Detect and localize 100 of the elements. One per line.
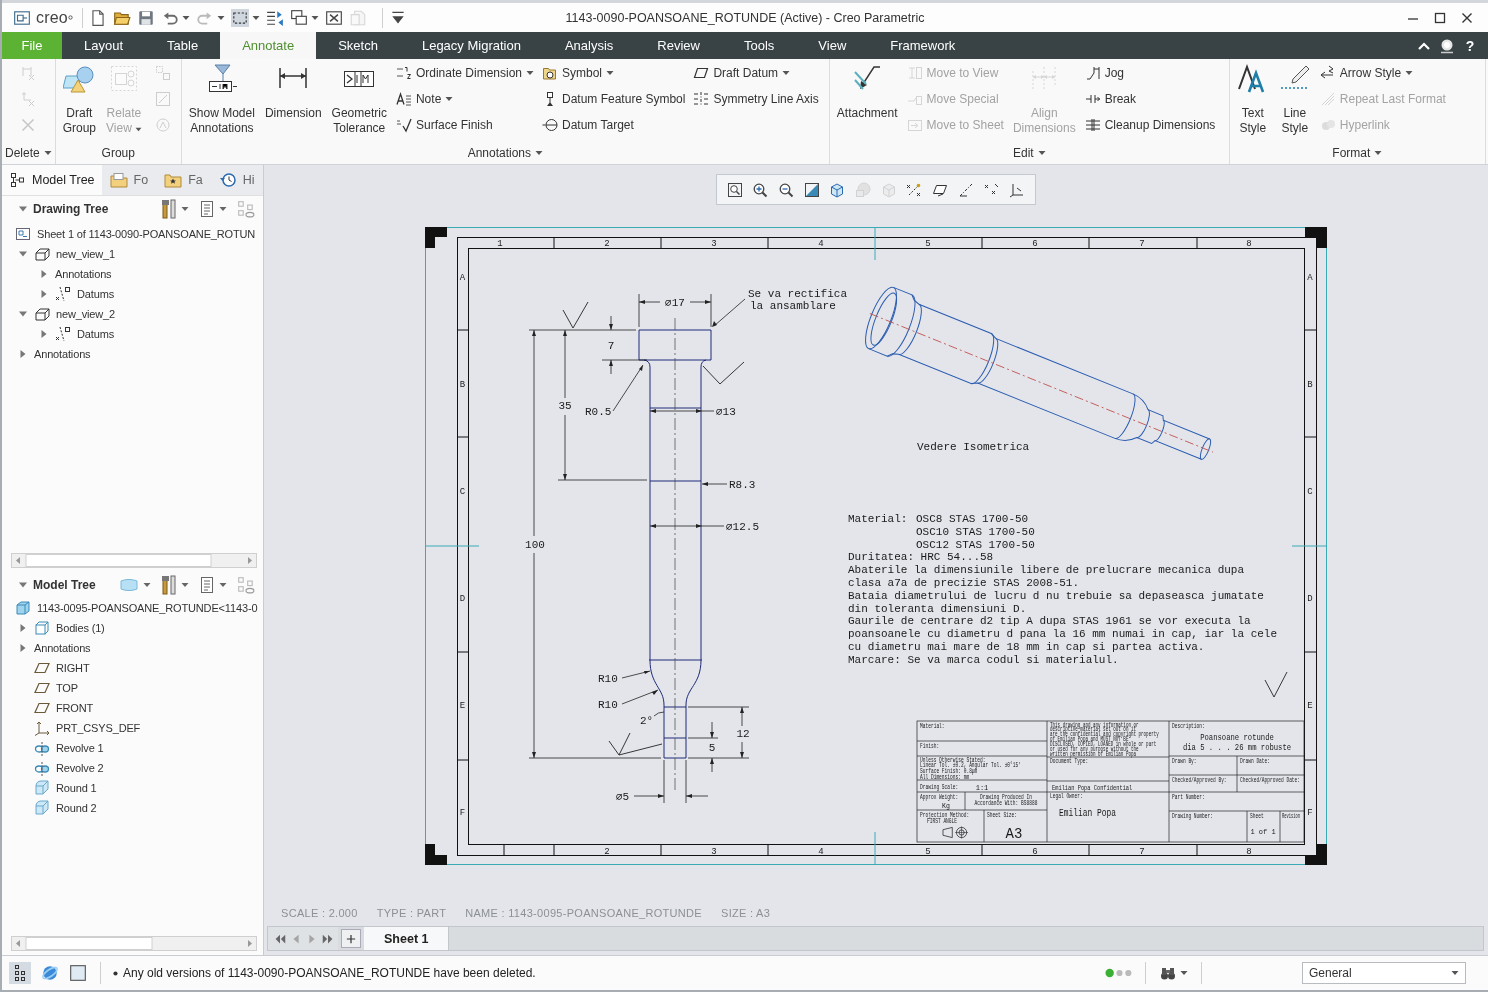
tree-item[interactable]: new_view_1 [18, 243, 116, 264]
tree-item[interactable]: 1143-0095-POANSOANE_ROTUNDE<1143-0 [15, 597, 258, 618]
ribbon-button[interactable]: Text Style [1233, 59, 1272, 136]
tree-item[interactable]: FRONT [18, 697, 94, 718]
ribbon-tab[interactable]: View [796, 32, 869, 59]
window-icon[interactable] [69, 964, 87, 982]
caret-icon[interactable] [181, 581, 189, 588]
filter-dropdown[interactable]: General [1302, 962, 1466, 984]
add-sheet-button[interactable] [341, 929, 361, 948]
tree-item[interactable]: Bodies (1) [18, 617, 105, 638]
ribbon-tab[interactable]: Framework [868, 32, 978, 59]
tree-eye-icon[interactable] [237, 575, 255, 594]
ribbon-button[interactable]: Note [393, 86, 536, 112]
ribbon-tab[interactable]: Annotate [220, 32, 317, 59]
ribbon-button[interactable]: Symmetry Line Axis [691, 86, 821, 112]
ribbon-button[interactable]: Surface Finish [393, 112, 536, 138]
ribbon-tab[interactable]: Review [635, 32, 722, 59]
ribbon-button[interactable]: Cleanup Dimensions [1082, 112, 1218, 138]
expand-arrow-icon[interactable] [18, 348, 28, 359]
tree-item[interactable]: Revolve 1 [18, 737, 104, 758]
expand-arrow-icon[interactable] [18, 622, 28, 633]
caret-icon[interactable] [219, 581, 227, 588]
caret-icon[interactable] [143, 581, 151, 588]
ribbon-button[interactable]: Dimension [261, 59, 325, 121]
ribbon-button[interactable]: Show Model Annotations [185, 59, 258, 136]
ribbon-button[interactable]: Attachment [833, 59, 901, 121]
selection-box-icon[interactable] [230, 8, 249, 27]
tree-item[interactable]: Annotations [39, 263, 112, 284]
caret-icon[interactable] [251, 14, 260, 21]
tree-item[interactable]: Round 2 [18, 797, 97, 818]
ribbon-button[interactable]: Datum Feature Symbol [540, 86, 688, 112]
close-window-icon[interactable] [324, 8, 343, 27]
tree-item[interactable]: Annotations [18, 343, 91, 364]
group-menu-button[interactable]: Annotations [464, 143, 547, 163]
half-filled-square-icon[interactable] [803, 181, 820, 198]
ribbon-button[interactable]: Line Style [1275, 59, 1314, 136]
globe-icon[interactable] [41, 964, 59, 982]
expand-arrow-icon[interactable] [39, 268, 49, 279]
axis-display-icon[interactable] [957, 181, 974, 198]
tree-item[interactable]: PRT_CSYS_DEF [18, 717, 141, 738]
ribbon-button[interactable]: Ordinate Dimension [393, 60, 536, 86]
ribbon-tab[interactable]: Table [145, 32, 221, 59]
tools-icon[interactable] [161, 574, 177, 595]
sheet-tab[interactable]: Sheet 1 [364, 927, 450, 950]
navigator-tab[interactable]: Hi [210, 165, 263, 195]
group-menu-button[interactable]: Delete [2, 143, 55, 163]
tree-item[interactable]: RIGHT [18, 657, 90, 678]
expand-arrow-icon[interactable] [39, 288, 49, 299]
expand-arrow-icon[interactable] [39, 328, 49, 339]
ribbon-button[interactable]: Geometric Tolerance [328, 59, 390, 136]
horizontal-scrollbar[interactable] [11, 936, 257, 951]
ribbon-button[interactable]: Jog [1082, 60, 1218, 86]
ribbon-button[interactable]: Draft Datum [691, 60, 821, 86]
help-button[interactable]: ? [1462, 37, 1478, 54]
user-circle-icon[interactable] [1439, 37, 1455, 54]
caret-icon[interactable] [310, 14, 319, 21]
tree-item[interactable]: Sheet 1 of 1143-0090-POANSOANE_ROTUN [15, 223, 256, 244]
ribbon-button[interactable]: Draft Group [59, 59, 100, 136]
tools-icon[interactable] [161, 198, 177, 219]
caret-icon[interactable] [219, 205, 227, 212]
navigator-tab[interactable]: Fa [156, 165, 211, 195]
ribbon-tab[interactable]: Tools [721, 32, 797, 59]
group-menu-button[interactable]: Format [1329, 143, 1386, 163]
navigator-tab[interactable]: Fo [101, 165, 157, 195]
zoom-out-icon[interactable] [778, 181, 795, 198]
ribbon-button[interactable]: Arrow Style [1317, 60, 1448, 86]
ribbon-tab[interactable]: Sketch [316, 32, 400, 59]
zoom-fit-icon[interactable] [726, 181, 743, 198]
save-icon[interactable] [136, 8, 155, 27]
group-menu-button[interactable]: Edit [1010, 143, 1049, 163]
ribbon-tab[interactable]: Analysis [542, 32, 636, 59]
caret-icon[interactable] [1180, 970, 1188, 976]
tree-item[interactable]: TOP [18, 677, 78, 698]
tree-item[interactable]: Annotations [18, 637, 91, 658]
datum-display-icon[interactable] [906, 181, 923, 198]
tree-item[interactable]: Revolve 2 [18, 757, 104, 778]
horizontal-scrollbar[interactable] [11, 552, 257, 568]
tree-eye-icon[interactable] [237, 199, 255, 218]
caret-icon[interactable] [181, 205, 189, 212]
expand-arrow-icon[interactable] [18, 642, 28, 653]
ribbon-button[interactable]: Break [1082, 86, 1218, 112]
model-tree-icon[interactable] [9, 962, 31, 984]
caret-icon[interactable] [181, 14, 190, 21]
cube-icon[interactable] [829, 181, 846, 198]
ribbon-tab[interactable]: Layout [62, 32, 146, 59]
binoculars-icon[interactable] [1159, 965, 1177, 981]
csys-display-icon[interactable] [1009, 181, 1026, 198]
navigator-tab[interactable]: Model Tree [2, 165, 102, 195]
tree-item[interactable]: new_view_2 [18, 303, 116, 324]
ribbon-tab[interactable]: Legacy Migration [399, 32, 543, 59]
zoom-in-icon[interactable] [752, 181, 769, 198]
list-arrows-icon[interactable] [265, 8, 284, 27]
ribbon-button[interactable]: Symbol [540, 60, 688, 86]
tree-item[interactable]: Datums [39, 283, 114, 304]
tree-item[interactable]: Round 1 [18, 777, 97, 798]
ribbon-button[interactable]: Datum Target [540, 112, 688, 138]
windows-icon[interactable] [289, 8, 308, 27]
list-icon[interactable] [199, 575, 215, 594]
tree-item[interactable]: Datums [39, 323, 114, 344]
list-icon[interactable] [199, 199, 215, 218]
